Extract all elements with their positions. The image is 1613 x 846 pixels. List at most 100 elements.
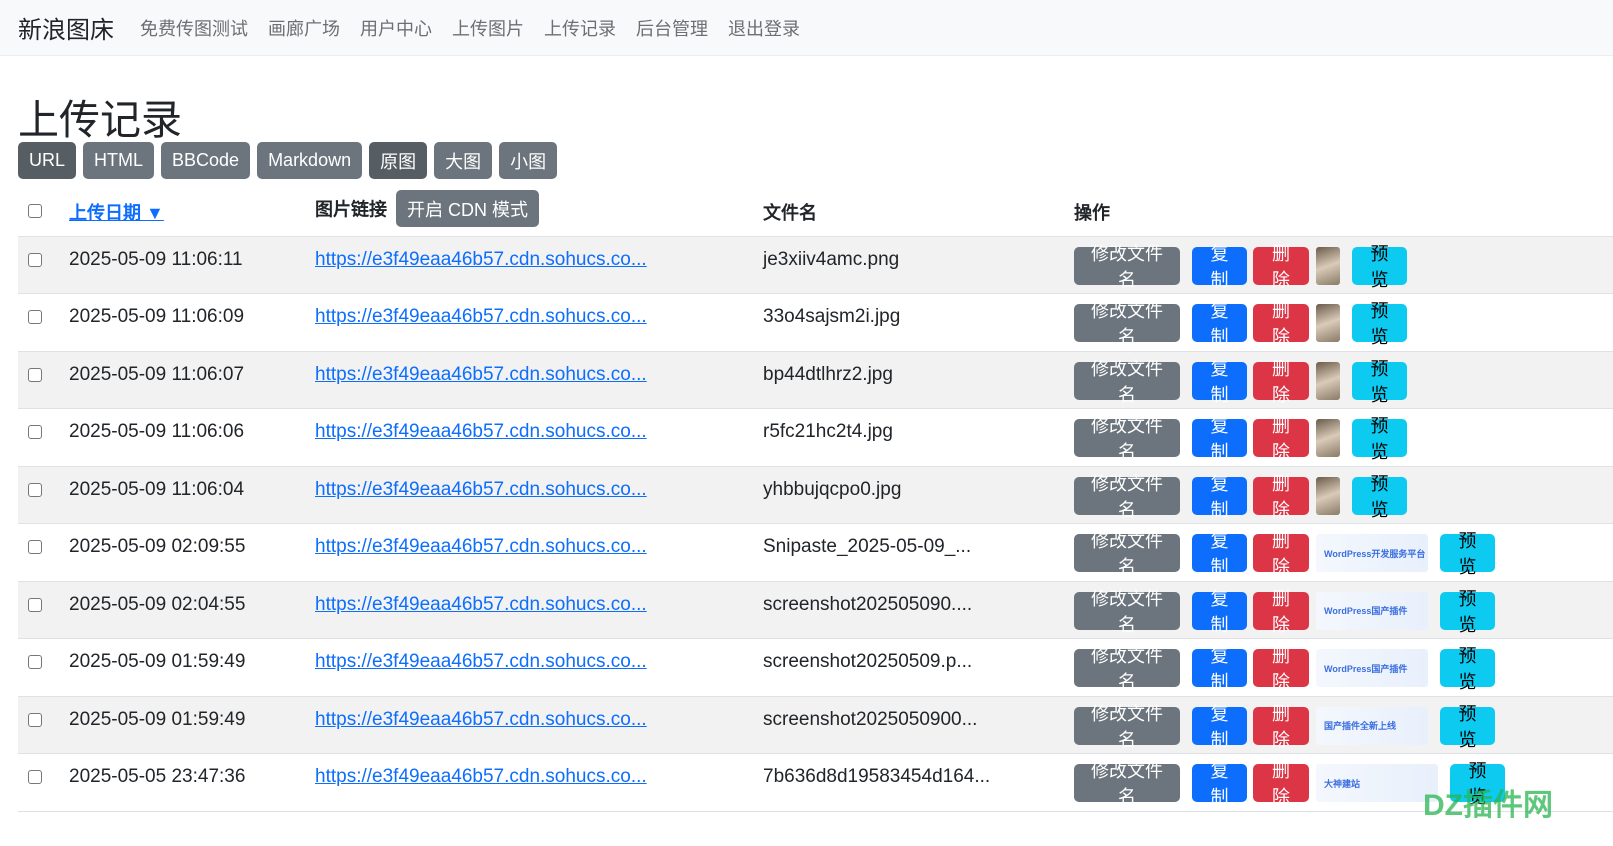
delete-button[interactable]: 删除 — [1253, 646, 1309, 692]
copy-button[interactable]: 复制 — [1192, 301, 1247, 347]
rename-button[interactable]: 修改文件名 — [1074, 244, 1180, 290]
preview-button[interactable]: 预览 — [1440, 589, 1495, 635]
size-large-button[interactable]: 大图 — [434, 142, 493, 179]
brand[interactable]: 新浪图床 — [18, 10, 114, 45]
preview-button[interactable]: 预览 — [1440, 646, 1495, 692]
table-row: 2025-05-09 02:09:55 https://e3f49eaa46b57… — [18, 523, 1613, 582]
delete-button[interactable]: 删除 — [1253, 761, 1309, 807]
preview-button[interactable]: 预览 — [1440, 704, 1495, 750]
delete-button[interactable]: 删除 — [1253, 531, 1309, 577]
copy-button[interactable]: 复制 — [1192, 589, 1247, 635]
preview-button[interactable]: 预览 — [1352, 301, 1407, 347]
image-link[interactable]: https://e3f49eaa46b57.cdn.sohucs.co... — [315, 536, 647, 557]
image-link[interactable]: https://e3f49eaa46b57.cdn.sohucs.co... — [315, 249, 647, 270]
copy-button[interactable]: 复制 — [1192, 761, 1247, 807]
image-thumbnail[interactable] — [1316, 361, 1340, 400]
actions-header: 操作 — [1074, 202, 1110, 223]
sort-by-date[interactable]: 上传日期 ▼ — [69, 203, 164, 223]
row-checkbox[interactable] — [28, 425, 42, 439]
copy-button[interactable]: 复制 — [1192, 359, 1247, 405]
preview-button[interactable]: 预览 — [1352, 474, 1407, 520]
image-thumbnail[interactable] — [1316, 419, 1340, 457]
delete-button[interactable]: 删除 — [1253, 589, 1309, 635]
preview-button[interactable]: 预览 — [1352, 359, 1407, 405]
format-buttons: URL HTML BBCode Markdown 原图 大图 小图 — [18, 142, 558, 179]
row-checkbox[interactable] — [28, 540, 42, 554]
row-checkbox[interactable] — [28, 252, 42, 267]
format-markdown-button[interactable]: Markdown — [257, 142, 363, 179]
copy-button[interactable]: 复制 — [1192, 416, 1247, 462]
copy-button[interactable]: 复制 — [1192, 704, 1247, 750]
rename-button[interactable]: 修改文件名 — [1074, 761, 1180, 807]
nav-logout[interactable]: 退出登录 — [728, 15, 800, 41]
row-checkbox[interactable] — [28, 482, 42, 497]
image-link[interactable]: https://e3f49eaa46b57.cdn.sohucs.co... — [315, 766, 647, 787]
image-link[interactable]: https://e3f49eaa46b57.cdn.sohucs.co... — [315, 594, 647, 615]
delete-button[interactable]: 删除 — [1253, 474, 1309, 520]
row-checkbox[interactable] — [28, 597, 42, 612]
row-checkbox[interactable] — [28, 770, 42, 784]
image-thumbnail[interactable]: WordPress国产插件 — [1316, 591, 1428, 630]
copy-button[interactable]: 复制 — [1192, 244, 1247, 290]
copy-button[interactable]: 复制 — [1192, 474, 1247, 520]
preview-button[interactable]: 预览 — [1440, 531, 1495, 577]
upload-date: 2025-05-09 02:09:55 — [69, 536, 246, 557]
delete-button[interactable]: 删除 — [1253, 416, 1309, 462]
image-thumbnail[interactable] — [1316, 246, 1340, 285]
rename-button[interactable]: 修改文件名 — [1074, 704, 1180, 750]
delete-button[interactable]: 删除 — [1253, 301, 1309, 347]
nav-admin[interactable]: 后台管理 — [636, 15, 708, 41]
image-link[interactable]: https://e3f49eaa46b57.cdn.sohucs.co... — [315, 421, 647, 442]
table-header: 上传日期 ▼ 图片链接 开启 CDN 模式 文件名 操作 — [18, 188, 1613, 237]
row-checkbox[interactable] — [28, 367, 42, 382]
rename-button[interactable]: 修改文件名 — [1074, 589, 1180, 635]
preview-button[interactable]: 预览 — [1352, 244, 1407, 290]
image-thumbnail[interactable]: WordPress国产插件 — [1316, 649, 1428, 687]
cdn-mode-button[interactable]: 开启 CDN 模式 — [396, 190, 540, 227]
select-all-checkbox[interactable] — [28, 204, 42, 219]
nav-upload-history[interactable]: 上传记录 — [544, 15, 616, 41]
upload-date: 2025-05-09 01:59:49 — [69, 651, 246, 672]
nav-free-upload-test[interactable]: 免费传图测试 — [140, 15, 248, 41]
row-checkbox[interactable] — [28, 655, 42, 669]
rename-button[interactable]: 修改文件名 — [1074, 474, 1180, 520]
nav-user-center[interactable]: 用户中心 — [360, 15, 432, 41]
size-small-button[interactable]: 小图 — [499, 142, 558, 179]
image-thumbnail[interactable] — [1316, 476, 1340, 515]
format-url-button[interactable]: URL — [18, 142, 77, 179]
row-checkbox[interactable] — [28, 712, 42, 727]
image-link[interactable]: https://e3f49eaa46b57.cdn.sohucs.co... — [315, 479, 647, 500]
rename-button[interactable]: 修改文件名 — [1074, 416, 1180, 462]
image-link[interactable]: https://e3f49eaa46b57.cdn.sohucs.co... — [315, 306, 647, 327]
upload-date: 2025-05-09 01:59:49 — [69, 708, 246, 730]
thumbnail-text: WordPress国产插件 — [1324, 663, 1408, 674]
image-thumbnail[interactable]: WordPress开发服务平台 — [1316, 534, 1428, 572]
image-thumbnail[interactable]: 大神建站 — [1316, 764, 1438, 802]
rename-button[interactable]: 修改文件名 — [1074, 359, 1180, 405]
copy-button[interactable]: 复制 — [1192, 531, 1247, 577]
row-actions: 修改文件名 复制 删除 预览 — [1074, 416, 1613, 462]
image-link[interactable]: https://e3f49eaa46b57.cdn.sohucs.co... — [315, 709, 647, 730]
nav-upload-image[interactable]: 上传图片 — [452, 15, 524, 41]
size-original-button[interactable]: 原图 — [369, 142, 428, 179]
filename: screenshot202505090.... — [763, 593, 973, 615]
table-row: 2025-05-09 11:06:06 https://e3f49eaa46b57… — [18, 408, 1613, 467]
delete-button[interactable]: 删除 — [1253, 244, 1309, 290]
rename-button[interactable]: 修改文件名 — [1074, 301, 1180, 347]
delete-button[interactable]: 删除 — [1253, 704, 1309, 750]
image-link[interactable]: https://e3f49eaa46b57.cdn.sohucs.co... — [315, 651, 647, 672]
image-link[interactable]: https://e3f49eaa46b57.cdn.sohucs.co... — [315, 364, 647, 385]
row-checkbox[interactable] — [28, 310, 42, 324]
rename-button[interactable]: 修改文件名 — [1074, 531, 1180, 577]
image-thumbnail[interactable]: 国产插件全新上线 — [1316, 706, 1428, 745]
preview-button[interactable]: 预览 — [1352, 416, 1407, 462]
nav-gallery[interactable]: 画廊广场 — [268, 15, 340, 41]
format-html-button[interactable]: HTML — [83, 142, 155, 179]
format-bbcode-button[interactable]: BBCode — [161, 142, 251, 179]
upload-date: 2025-05-09 11:06:07 — [69, 363, 245, 385]
copy-button[interactable]: 复制 — [1192, 646, 1247, 692]
rename-button[interactable]: 修改文件名 — [1074, 646, 1180, 692]
delete-button[interactable]: 删除 — [1253, 359, 1309, 405]
image-thumbnail[interactable] — [1316, 304, 1340, 342]
filename: r5fc21hc2t4.jpg — [763, 421, 893, 442]
